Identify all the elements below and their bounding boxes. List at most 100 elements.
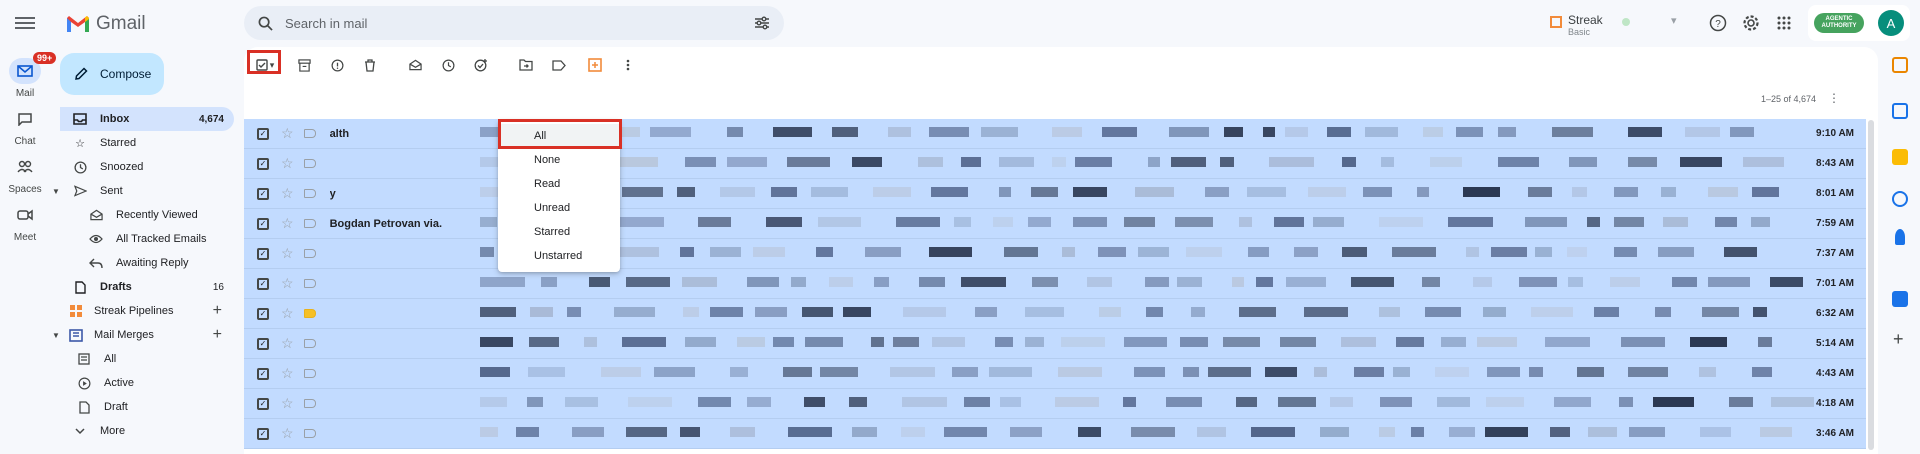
help-icon[interactable]: ?	[1708, 13, 1728, 33]
more-vertical-icon[interactable]	[619, 56, 637, 74]
table-row[interactable]: ✓ ☆ 7:01 AM	[244, 269, 1866, 299]
main-menu-icon[interactable]	[13, 14, 37, 32]
star-icon[interactable]: ☆	[281, 395, 294, 412]
apps-grid-icon[interactable]	[1774, 13, 1794, 33]
rail-mail[interactable]: 99+ Mail	[0, 52, 57, 99]
add-mail-merge-icon[interactable]: +	[213, 326, 222, 344]
contacts-icon[interactable]	[1895, 229, 1905, 245]
compose-button[interactable]: Compose	[60, 53, 164, 95]
select-menu-option-read[interactable]: Read	[498, 172, 620, 196]
importance-marker-icon[interactable]	[303, 309, 316, 318]
account-switcher[interactable]: AGENTIC AUTHORITY A	[1808, 5, 1910, 41]
star-icon[interactable]: ☆	[281, 215, 294, 232]
select-menu-option-starred[interactable]: Starred	[498, 220, 620, 244]
star-icon[interactable]: ☆	[281, 275, 294, 292]
row-checkbox[interactable]: ✓	[257, 277, 269, 290]
star-icon[interactable]: ☆	[281, 185, 294, 202]
status-chevron-down-icon[interactable]: ▾	[1671, 14, 1677, 27]
row-checkbox[interactable]: ✓	[257, 427, 269, 440]
gmail-logo[interactable]: Gmail	[66, 13, 146, 35]
sidebar-item-mail-merges[interactable]: ▼ Mail Merges +	[52, 323, 234, 347]
importance-marker-icon[interactable]	[303, 249, 316, 258]
sidebar-item-mm-active[interactable]: Active	[60, 371, 234, 395]
sidebar-item-drafts[interactable]: Drafts 16	[60, 275, 234, 299]
table-row[interactable]: ✓ ☆ alth 9:10 AM	[244, 119, 1866, 149]
importance-marker-icon[interactable]	[303, 339, 316, 348]
calendar-icon[interactable]	[1892, 57, 1908, 73]
row-checkbox[interactable]: ✓	[257, 187, 269, 200]
importance-marker-icon[interactable]	[303, 429, 316, 438]
label-icon[interactable]	[550, 56, 568, 74]
table-row[interactable]: ✓ ☆ 5:14 AM	[244, 329, 1866, 359]
importance-marker-icon[interactable]	[303, 129, 316, 138]
streak-widget[interactable]: Streak Basic	[1550, 14, 1603, 37]
expand-caret-icon[interactable]: ▼	[52, 331, 60, 340]
get-addons-plus-icon[interactable]: +	[1893, 329, 1904, 350]
sidebar-item-streak-pipelines[interactable]: Streak Pipelines +	[60, 299, 234, 323]
importance-marker-icon[interactable]	[303, 219, 316, 228]
rail-chat[interactable]: Chat	[0, 106, 50, 147]
delete-trash-icon[interactable]	[361, 56, 379, 74]
snooze-clock-icon[interactable]	[439, 56, 457, 74]
star-icon[interactable]: ☆	[281, 425, 294, 442]
star-icon[interactable]: ☆	[281, 125, 294, 142]
importance-marker-icon[interactable]	[303, 399, 316, 408]
keep-notes-icon[interactable]	[1892, 149, 1908, 165]
add-pipeline-icon[interactable]: +	[213, 302, 222, 320]
rail-meet[interactable]: Meet	[0, 202, 50, 243]
sidebar-item-mm-all[interactable]: All	[60, 347, 234, 371]
select-menu-option-none[interactable]: None	[498, 148, 620, 172]
select-menu-option-unread[interactable]: Unread	[498, 196, 620, 220]
pager-more-vertical-icon[interactable]: ⋮	[1828, 91, 1840, 105]
zoom-app-icon[interactable]	[1892, 291, 1908, 307]
tasks-icon[interactable]	[1892, 191, 1908, 207]
sidebar-item-inbox[interactable]: Inbox 4,674	[60, 107, 234, 131]
archive-icon[interactable]	[295, 56, 313, 74]
sidebar-item-more[interactable]: More	[60, 419, 234, 443]
rail-spaces[interactable]: Spaces	[0, 154, 50, 195]
sidebar-item-sent[interactable]: ▼ Sent	[52, 179, 234, 203]
row-checkbox[interactable]: ✓	[257, 367, 269, 380]
report-spam-icon[interactable]	[328, 56, 346, 74]
importance-marker-icon[interactable]	[303, 279, 316, 288]
sidebar-item-starred[interactable]: ☆ Starred	[60, 131, 234, 155]
star-icon[interactable]: ☆	[281, 245, 294, 262]
row-checkbox[interactable]: ✓	[257, 157, 269, 170]
table-row[interactable]: ✓ ☆ 7:37 AM	[244, 239, 1866, 269]
star-icon[interactable]: ☆	[281, 305, 294, 322]
star-icon[interactable]: ☆	[281, 155, 294, 172]
star-icon[interactable]: ☆	[281, 335, 294, 352]
list-scrollbar[interactable]	[1868, 120, 1874, 450]
streak-sidebar-icon[interactable]	[1892, 103, 1908, 119]
table-row[interactable]: ✓ ☆ 8:43 AM	[244, 149, 1866, 179]
importance-marker-icon[interactable]	[303, 159, 316, 168]
streak-box-icon[interactable]	[586, 56, 604, 74]
row-checkbox[interactable]: ✓	[257, 247, 269, 260]
star-icon[interactable]: ☆	[281, 365, 294, 382]
search-bar[interactable]	[244, 6, 784, 40]
table-row[interactable]: ✓ ☆ y 8:01 AM	[244, 179, 1866, 209]
status-indicator[interactable]	[1622, 18, 1630, 26]
search-icon[interactable]	[258, 16, 273, 31]
table-row[interactable]: ✓ ☆ 3:46 AM	[244, 419, 1866, 449]
settings-gear-icon[interactable]	[1741, 13, 1761, 33]
mark-as-read-icon[interactable]	[406, 56, 424, 74]
row-checkbox[interactable]: ✓	[257, 127, 269, 140]
expand-caret-icon[interactable]: ▼	[52, 187, 60, 196]
table-row[interactable]: ✓ ☆ 4:18 AM	[244, 389, 1866, 419]
search-input[interactable]	[285, 15, 754, 31]
avatar[interactable]: A	[1878, 10, 1904, 36]
table-row[interactable]: ✓ ☆ 6:32 AM	[244, 299, 1866, 329]
row-checkbox[interactable]: ✓	[257, 337, 269, 350]
row-checkbox[interactable]: ✓	[257, 397, 269, 410]
sidebar-item-recently-viewed[interactable]: Recently Viewed	[60, 203, 234, 227]
sidebar-item-all-tracked[interactable]: All Tracked Emails	[60, 227, 234, 251]
sidebar-item-awaiting-reply[interactable]: Awaiting Reply	[60, 251, 234, 275]
add-to-tasks-icon[interactable]	[472, 56, 490, 74]
table-row[interactable]: ✓ ☆ Bogdan Petrovan via. 7:59 AM	[244, 209, 1866, 239]
row-checkbox[interactable]: ✓	[257, 217, 269, 230]
sidebar-item-mm-draft[interactable]: Draft	[60, 395, 234, 419]
row-checkbox[interactable]: ✓	[257, 307, 269, 320]
table-row[interactable]: ✓ ☆ 4:43 AM	[244, 359, 1866, 389]
move-to-folder-icon[interactable]	[517, 56, 535, 74]
